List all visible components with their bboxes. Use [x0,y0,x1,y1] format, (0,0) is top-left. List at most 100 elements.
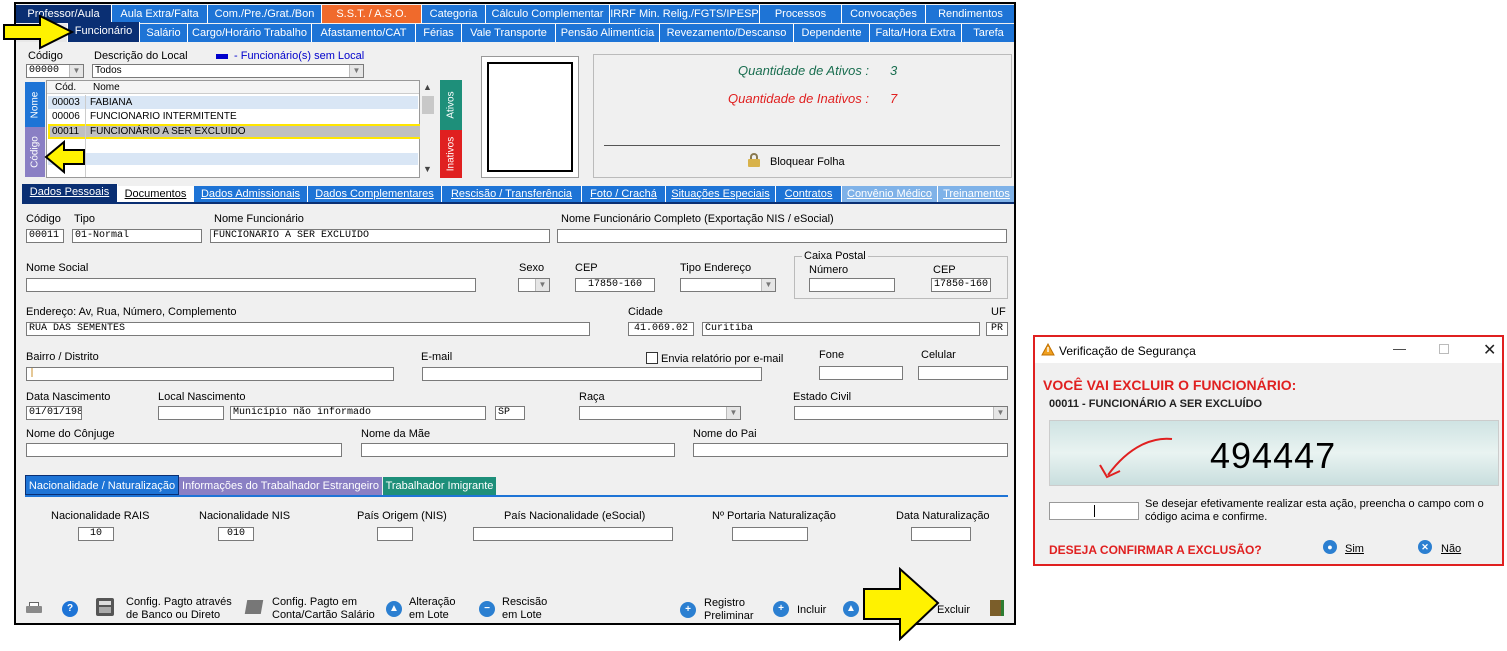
tipo-field[interactable]: 01-Normal [72,229,202,243]
conjuge-field[interactable] [26,443,342,457]
tab-pensao[interactable]: Pensão Alimentícia [556,24,660,42]
exit-door-icon[interactable] [990,600,1004,616]
list-scrollbar[interactable]: ▲ ▼ [420,80,436,178]
rescisao-lote-button[interactable]: Rescisão em Lote [502,596,554,622]
tab-contratos[interactable]: Contratos [776,186,842,202]
tab-processos[interactable]: Processos [760,5,842,23]
bairro-field[interactable]: | [26,367,394,381]
incluir-button[interactable]: Incluir [797,604,826,617]
tab-categoria[interactable]: Categoria [422,5,486,23]
bloquear-folha-label[interactable]: Bloquear Folha [770,156,845,168]
tab-treinamentos[interactable]: Treinamentos [938,186,1014,202]
chevron-down-icon[interactable]: ▼ [726,407,740,419]
cep-field[interactable]: 17850-160 [575,278,655,292]
tab-situacoes-especiais[interactable]: Situações Especiais [666,186,776,202]
mae-field[interactable] [361,443,675,457]
pai-field[interactable] [693,443,1008,457]
celular-field[interactable] [918,366,1008,380]
cidade-field[interactable]: Curitiba [702,322,980,336]
tab-cargo-horario[interactable]: Cargo/Horário Trabalho [188,24,312,42]
printer-icon[interactable] [26,602,42,614]
vtab-nome[interactable]: Nome [25,82,45,127]
cep2-field[interactable]: 17850-160 [931,278,991,292]
nacionalidade-nis-field[interactable]: 010 [218,527,254,541]
fone-field[interactable] [819,366,903,380]
alterar-icon[interactable]: ▲ [843,601,859,617]
email-field[interactable] [422,367,762,381]
estado-civil-select[interactable]: ▼ [794,406,1008,420]
codigo-field[interactable]: 00011 [26,229,64,243]
config-conta-button[interactable]: Config. Pagto em Conta/Cartão Salário [272,596,392,622]
local-nascimento-field[interactable]: Município não informado [230,406,486,420]
tab-revezamento[interactable]: Revezamento/Descanso [660,24,794,42]
pais-origem-field[interactable] [377,527,413,541]
tab-rendimentos[interactable]: Rendimentos [926,5,1014,23]
cidade-codigo-field[interactable]: 41.069.02 [628,322,694,336]
close-icon[interactable]: ✕ [1483,340,1496,360]
local-uf-field[interactable]: SP [495,406,525,420]
list-item[interactable]: 00006 FUNCIONARIO INTERMITENTE [48,110,418,123]
confirm-no-icon[interactable]: ✕ [1418,540,1432,554]
list-item[interactable] [48,153,418,165]
local-nascimento-codigo-field[interactable] [158,406,224,420]
tab-documentos[interactable]: Documentos [118,186,194,202]
maximize-icon[interactable] [1439,344,1449,354]
nome-field[interactable]: FUNCIONÁRIO A SER EXCLUIDO [210,229,550,243]
tab-ferias[interactable]: Férias [416,24,462,42]
subtab-nacionalidade[interactable]: Nacionalidade / Naturalização [25,475,179,495]
data-naturalizacao-field[interactable] [911,527,971,541]
captcha-input[interactable] [1049,502,1139,520]
tab-sst-aso[interactable]: S.S.T. / A.S.O. [322,5,422,23]
photo-frame[interactable] [481,56,579,178]
filter-descricao-select[interactable]: Todos ▼ [92,64,364,78]
subtab-trabalhador-imigrante[interactable]: Trabalhador Imigrante [383,477,496,495]
chevron-down-icon[interactable]: ▼ [993,407,1007,419]
confirm-yes-button[interactable]: Sim [1345,543,1364,555]
filter-codigo-select[interactable]: 00000 ▼ [26,64,84,78]
list-item-selected[interactable]: 00011 FUNCIONÁRIO A SER EXCLUIDO [48,124,422,139]
tab-convocacoes[interactable]: Convocações [842,5,926,23]
confirm-no-button[interactable]: Não [1441,543,1461,555]
vtab-ativos[interactable]: Ativos [440,80,462,130]
tab-rescisao[interactable]: Rescisão / Transferência [442,186,582,202]
uf-field[interactable]: PR [986,322,1008,336]
chevron-down-icon[interactable]: ▼ [69,65,83,77]
tipo-endereco-select[interactable]: ▼ [680,278,776,292]
incluir-icon[interactable]: + [773,601,789,617]
data-nascimento-field[interactable]: 01/01/1988 [26,406,82,420]
endereco-field[interactable]: RUA DAS SEMENTES [26,322,590,336]
lock-icon[interactable] [748,153,760,167]
col-nome-header[interactable]: Nome [93,82,120,93]
tab-foto-cracha[interactable]: Foto / Crachá [582,186,666,202]
tab-dados-complementares[interactable]: Dados Complementares [308,186,442,202]
card-config-icon[interactable] [244,600,264,614]
subtab-trabalhador-estrangeiro[interactable]: Informações do Trabalhador Estrangeiro [179,477,382,495]
chevron-down-icon[interactable]: ▼ [761,279,775,291]
scroll-up-icon[interactable]: ▲ [423,82,432,92]
pais-nacionalidade-field[interactable] [473,527,673,541]
envia-email-checkbox[interactable] [646,352,658,364]
nome-social-field[interactable] [26,278,476,292]
chevron-down-icon[interactable]: ▼ [349,65,363,77]
sexo-select[interactable]: ▼ [518,278,550,292]
minimize-icon[interactable]: — [1393,341,1407,356]
raca-select[interactable]: ▼ [579,406,741,420]
tab-salario[interactable]: Salário [140,24,188,42]
tab-funcionario[interactable]: Funcionário [68,22,140,42]
confirm-yes-icon[interactable]: ● [1323,540,1337,554]
tab-afastamento[interactable]: Afastamento/CAT [312,24,416,42]
numero-field[interactable] [809,278,895,292]
scroll-down-icon[interactable]: ▼ [423,164,432,174]
tab-dados-admissionais[interactable]: Dados Admissionais [194,186,308,202]
tab-calculo-complementar[interactable]: Cálculo Complementar [486,5,610,23]
tab-tarefa[interactable]: Tarefa [962,24,1014,42]
nacionalidade-rais-field[interactable]: 10 [78,527,114,541]
excluir-button[interactable]: Excluir [937,604,970,617]
tab-convenio-medico[interactable]: Convênio Médico [842,186,938,202]
scroll-thumb[interactable] [422,96,434,114]
chevron-down-icon[interactable]: ▼ [535,279,549,291]
col-cod-header[interactable]: Cód. [55,82,76,93]
alteracao-lote-button[interactable]: Alteração em Lote [409,596,467,622]
tab-falta-hora-extra[interactable]: Falta/Hora Extra [870,24,962,42]
registro-preliminar-icon[interactable]: + [680,602,696,618]
